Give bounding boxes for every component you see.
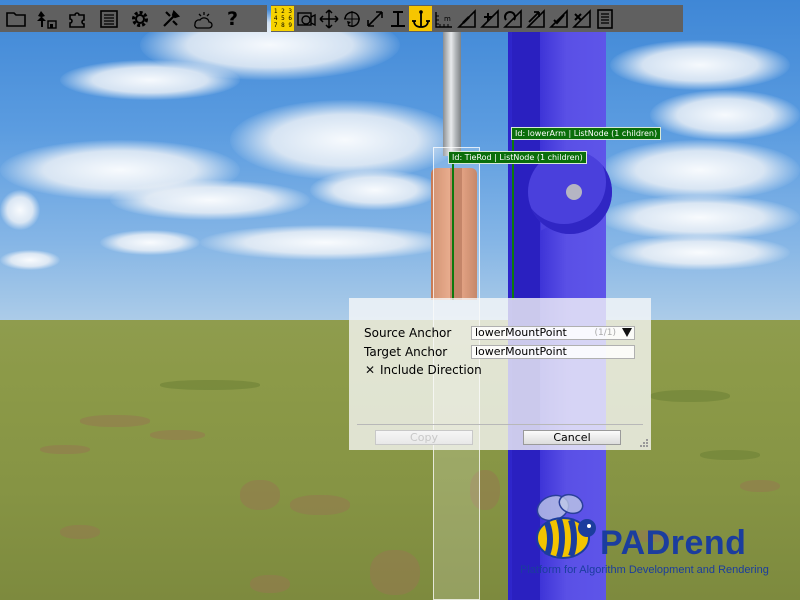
lower-arm-node-label[interactable]: Id: lowerArm | ListNode (1 children) [511, 127, 662, 140]
chevron-down-icon[interactable] [622, 328, 632, 337]
logo-tagline: Platform for Algorithm Development and R… [520, 564, 769, 576]
help-icon[interactable]: ? [220, 6, 245, 31]
target-anchor-field[interactable]: lowerMountPoint [471, 345, 635, 359]
constraint-icon-3[interactable] [501, 6, 524, 31]
tierod-node-label[interactable]: Id: TieRod | ListNode (1 children) [448, 151, 587, 164]
include-direction-checkbox[interactable]: ✕ [365, 364, 377, 376]
logo-title: PADrend [600, 524, 747, 562]
puzzle-icon[interactable] [65, 6, 90, 31]
document-icon[interactable] [593, 6, 616, 31]
scale-icon[interactable] [363, 6, 386, 31]
source-anchor-count: (1/1) [594, 328, 616, 338]
toolbar-group-tools: 1 2 34 5 67 8 9 m [271, 5, 683, 32]
copy-button[interactable]: Copy [375, 430, 473, 445]
list-icon[interactable] [96, 6, 121, 31]
rotate-icon[interactable] [340, 6, 363, 31]
resize-grip-icon[interactable] [640, 439, 649, 448]
main-toolbar: ? 1 2 34 5 67 8 9 m [0, 5, 683, 32]
anchor-copy-dialog: Source Anchor lowerMountPoint (1/1) Targ… [349, 298, 651, 450]
measure-icon[interactable]: m [432, 6, 455, 31]
constraint-icon-2[interactable] [478, 6, 501, 31]
weather-icon[interactable] [189, 6, 214, 31]
source-anchor-label: Source Anchor [364, 326, 452, 340]
include-direction-label[interactable]: Include Direction [380, 363, 482, 377]
toolbar-group-main: ? [0, 5, 268, 32]
pole[interactable] [443, 30, 461, 156]
constraint-icon-5[interactable] [547, 6, 570, 31]
dialog-separator [357, 424, 643, 425]
lower-arm-mount-hole [566, 184, 582, 200]
source-anchor-select[interactable]: lowerMountPoint (1/1) [471, 326, 635, 340]
constraint-icon-1[interactable] [455, 6, 478, 31]
folder-icon[interactable] [3, 6, 28, 31]
bee-logo-icon [536, 493, 596, 559]
padrend-logo: PADrend Platform for Algorithm Developme… [520, 490, 790, 590]
tierod-axis-line [452, 164, 454, 300]
svg-text:m: m [444, 15, 451, 23]
tools-icon[interactable] [158, 6, 183, 31]
anchor-icon[interactable] [409, 6, 433, 31]
source-anchor-value: lowerMountPoint [475, 326, 567, 339]
target-anchor-label: Target Anchor [364, 345, 448, 359]
camera-select-icon[interactable] [294, 6, 317, 31]
snap-icon[interactable] [386, 6, 409, 31]
constraint-icon-4[interactable] [524, 6, 547, 31]
sky [0, 0, 800, 325]
scene-tree-icon[interactable] [34, 6, 59, 31]
move-icon[interactable] [317, 6, 340, 31]
gear-icon[interactable] [127, 6, 152, 31]
constraint-icon-6[interactable] [570, 6, 593, 31]
cancel-button[interactable]: Cancel [523, 430, 621, 445]
layers-icon[interactable]: 1 2 34 5 67 8 9 [271, 6, 295, 31]
